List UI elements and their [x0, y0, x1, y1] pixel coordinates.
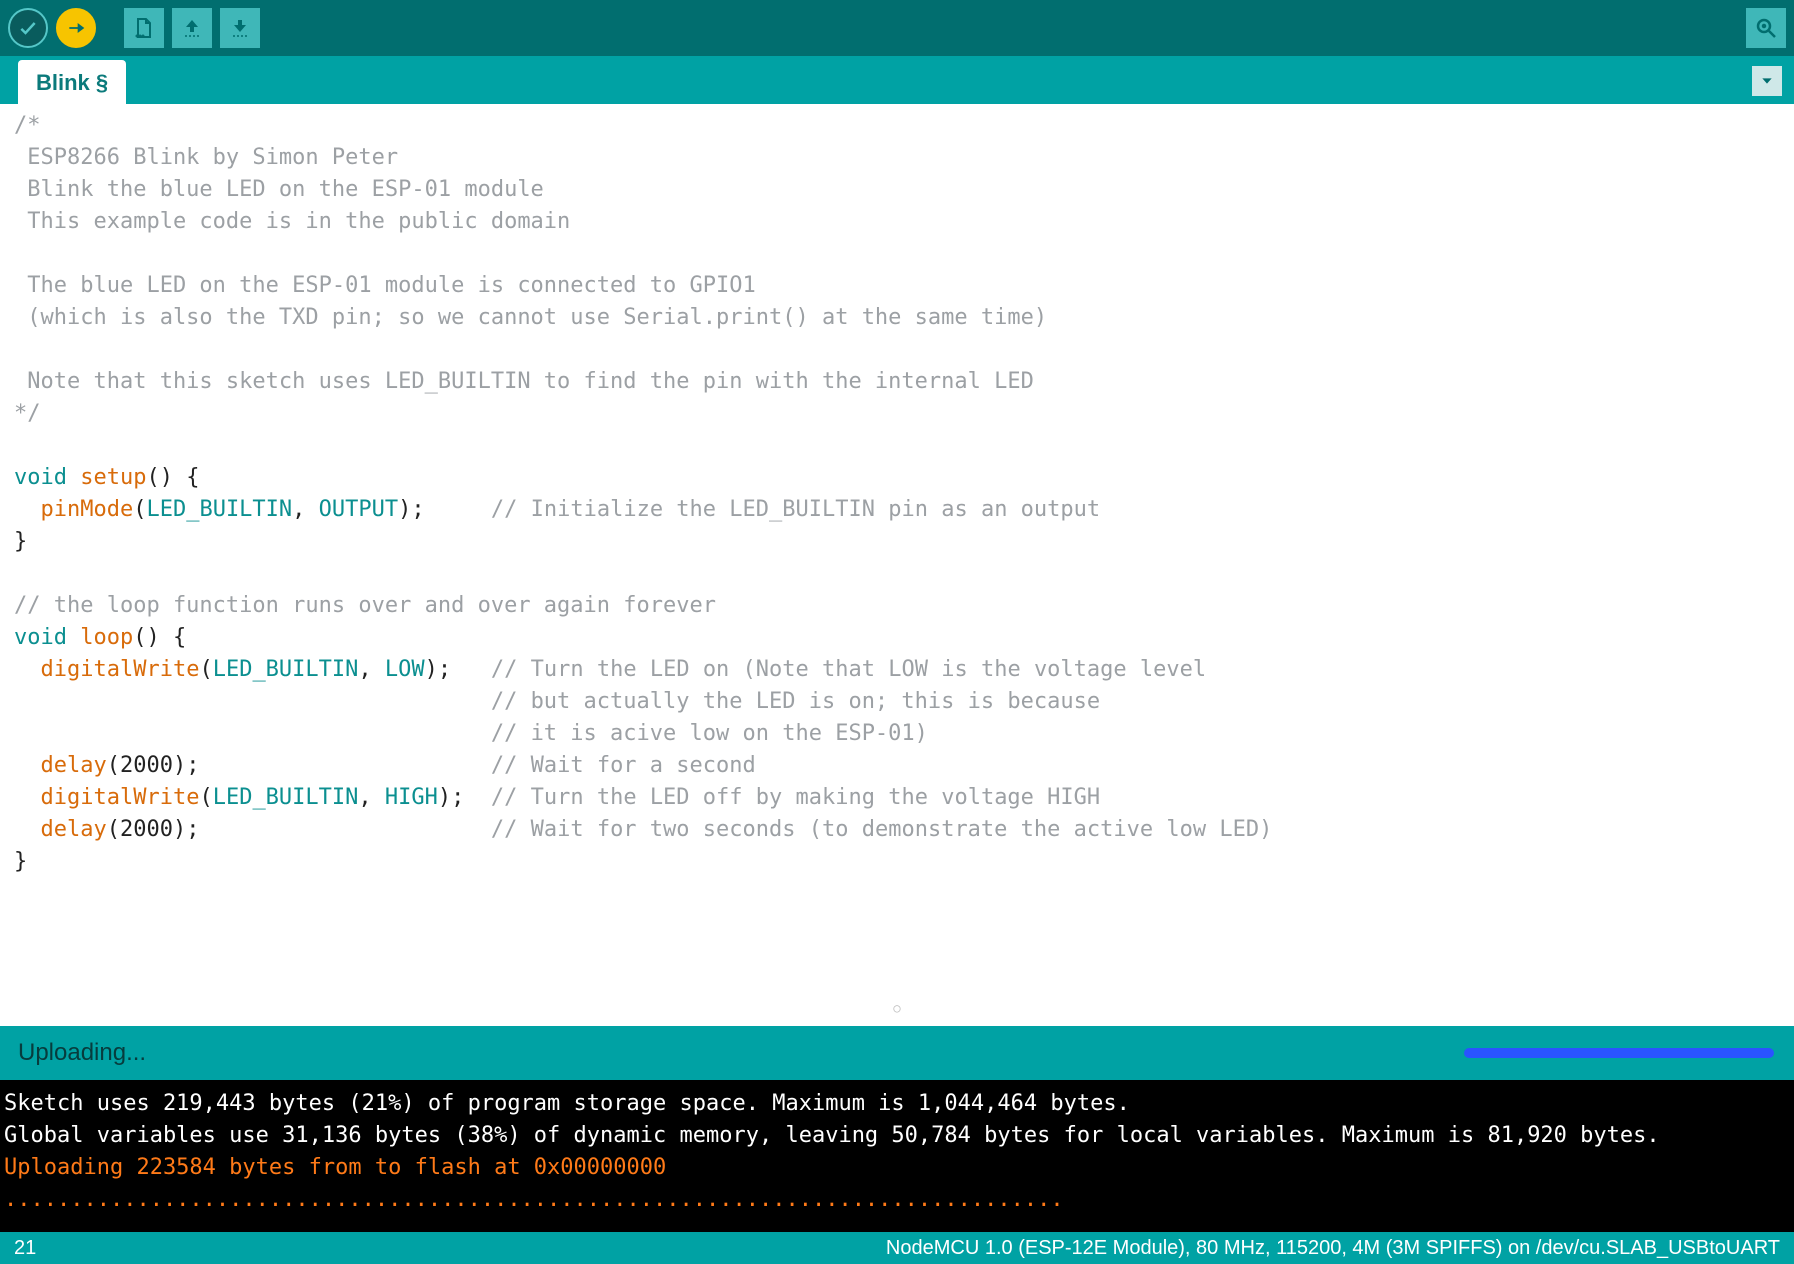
- code-line: [14, 334, 1780, 366]
- code-line: The blue LED on the ESP-01 module is con…: [14, 270, 1780, 302]
- chevron-down-icon: [1759, 73, 1775, 89]
- save-sketch-button[interactable]: [220, 8, 260, 48]
- console-line: Uploading 223584 bytes from to flash at …: [4, 1152, 1790, 1184]
- code-line: // but actually the LED is on; this is b…: [14, 686, 1780, 718]
- footer-bar: 21 NodeMCU 1.0 (ESP-12E Module), 80 MHz,…: [0, 1232, 1794, 1264]
- check-icon: [18, 18, 38, 38]
- board-info: NodeMCU 1.0 (ESP-12E Module), 80 MHz, 11…: [886, 1237, 1780, 1260]
- code-line: pinMode(LED_BUILTIN, OUTPUT); // Initial…: [14, 494, 1780, 526]
- code-line: (which is also the TXD pin; so we cannot…: [14, 302, 1780, 334]
- line-number: 21: [14, 1237, 36, 1260]
- dirty-indicator: §: [96, 70, 108, 95]
- open-sketch-button[interactable]: [172, 8, 212, 48]
- file-new-icon: [132, 16, 156, 40]
- code-line: [14, 430, 1780, 462]
- code-line: }: [14, 526, 1780, 558]
- code-line: digitalWrite(LED_BUILTIN, HIGH); // Turn…: [14, 782, 1780, 814]
- toolbar: [0, 0, 1794, 56]
- progress-fill: [1464, 1048, 1774, 1058]
- arrow-down-icon: [228, 16, 252, 40]
- console-line: Sketch uses 219,443 bytes (21%) of progr…: [4, 1088, 1790, 1120]
- code-line: /*: [14, 110, 1780, 142]
- code-line: void loop() {: [14, 622, 1780, 654]
- verify-button[interactable]: [8, 8, 48, 48]
- console-line: Global variables use 31,136 bytes (38%) …: [4, 1120, 1790, 1152]
- code-line: digitalWrite(LED_BUILTIN, LOW); // Turn …: [14, 654, 1780, 686]
- console-line: ........................................…: [4, 1184, 1790, 1216]
- status-label: Uploading...: [18, 1039, 146, 1067]
- code-editor[interactable]: /* ESP8266 Blink by Simon Peter Blink th…: [0, 104, 1794, 1026]
- code-line: [14, 238, 1780, 270]
- code-line: }: [14, 846, 1780, 878]
- serial-monitor-button[interactable]: [1746, 8, 1786, 48]
- tab-blink[interactable]: Blink §: [18, 60, 126, 104]
- code-line: [14, 558, 1780, 590]
- split-grip[interactable]: ○: [893, 992, 900, 1024]
- code-line: delay(2000); // Wait for two seconds (to…: [14, 814, 1780, 846]
- output-console[interactable]: Sketch uses 219,443 bytes (21%) of progr…: [0, 1080, 1794, 1232]
- arrow-right-icon: [66, 18, 86, 38]
- code-line: delay(2000); // Wait for a second: [14, 750, 1780, 782]
- magnifier-icon: [1754, 16, 1778, 40]
- code-line: Blink the blue LED on the ESP-01 module: [14, 174, 1780, 206]
- code-line: void setup() {: [14, 462, 1780, 494]
- code-line: ESP8266 Blink by Simon Peter: [14, 142, 1780, 174]
- status-bar: Uploading...: [0, 1026, 1794, 1080]
- code-line: Note that this sketch uses LED_BUILTIN t…: [14, 366, 1780, 398]
- code-line: // the loop function runs over and over …: [14, 590, 1780, 622]
- tab-label: Blink: [36, 70, 90, 95]
- code-line: */: [14, 398, 1780, 430]
- progress-bar: [1464, 1048, 1774, 1058]
- new-sketch-button[interactable]: [124, 8, 164, 48]
- tab-menu-button[interactable]: [1752, 66, 1782, 96]
- tab-bar: Blink §: [0, 56, 1794, 104]
- code-line: // it is acive low on the ESP-01): [14, 718, 1780, 750]
- upload-button[interactable]: [56, 8, 96, 48]
- code-line: This example code is in the public domai…: [14, 206, 1780, 238]
- arrow-up-icon: [180, 16, 204, 40]
